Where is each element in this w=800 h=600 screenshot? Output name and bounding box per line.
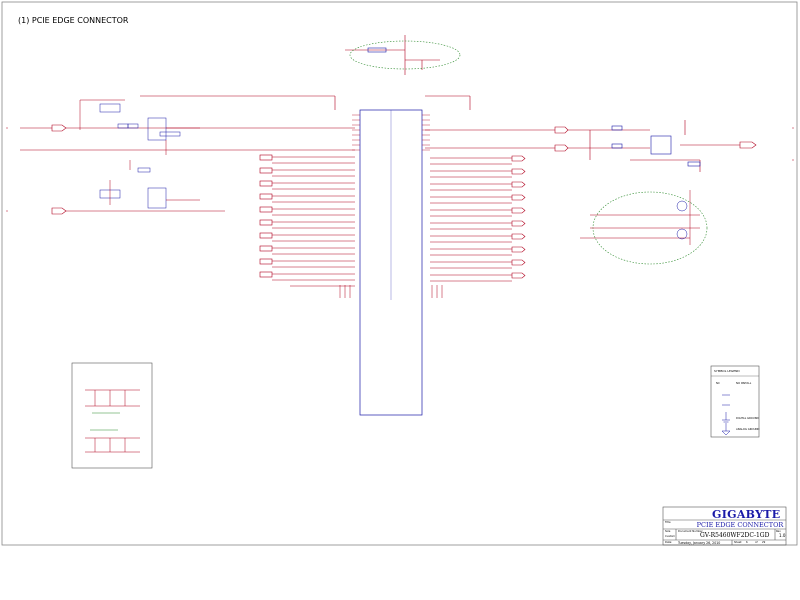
- of-label: of: [755, 541, 758, 544]
- schematic-canvas: [1, 1, 798, 546]
- left-circuit-block-2: [66, 160, 225, 212]
- right-circuit-block: [554, 120, 757, 172]
- size-value: Custom: [665, 535, 675, 538]
- size-label: Size: [665, 530, 671, 533]
- date-value: Tuesday, January 26, 2010: [678, 541, 721, 545]
- fuse-section: [345, 35, 440, 75]
- right-signal-wires: [430, 157, 512, 282]
- legend-symbols: [721, 394, 731, 436]
- right-net-labels: [511, 155, 526, 279]
- legend-title: SYMBOL LEGEND: [714, 369, 740, 373]
- date-label: Date:: [665, 541, 673, 544]
- sheet-label: Sheet: [734, 541, 742, 544]
- left-connectors: [51, 124, 67, 215]
- left-circuit-block-1: [79, 99, 200, 155]
- title-label: Title: [665, 521, 671, 524]
- left-net-labels: [259, 154, 273, 278]
- right-lower-circuit: [580, 190, 700, 245]
- legend-text-digital-ground: DIGITAL GROUND: [736, 417, 759, 420]
- sheet-number: 6: [746, 541, 748, 544]
- sheet-border: [1, 1, 798, 546]
- decoupling-caps: [85, 389, 140, 453]
- edge-markers: [6, 127, 794, 212]
- legend-symbol-nc: NC: [716, 382, 720, 385]
- symbol-legend-box: [710, 365, 760, 438]
- decoupling-notes: [90, 412, 120, 431]
- schematic-page: (1) PCIE EDGE CONNECTOR GIGABYTE Title P…: [0, 0, 800, 600]
- sheet-title: PCIE EDGE CONNECTOR: [696, 521, 784, 529]
- pcie-connector-ic: [359, 109, 423, 416]
- company-logo: GIGABYTE: [712, 508, 781, 521]
- document-number: GV-R5460WF2DC-1GD: [700, 532, 770, 539]
- legend-text-analog-ground: ANALOG GROUND: [736, 428, 760, 431]
- sheet-total: 29: [762, 541, 766, 544]
- legend-text-no-install: NO INSTALL: [736, 382, 752, 385]
- doc-number-label: Document Number: [678, 530, 703, 533]
- revision: 1.0: [779, 533, 786, 538]
- left-signal-wires: [272, 156, 355, 287]
